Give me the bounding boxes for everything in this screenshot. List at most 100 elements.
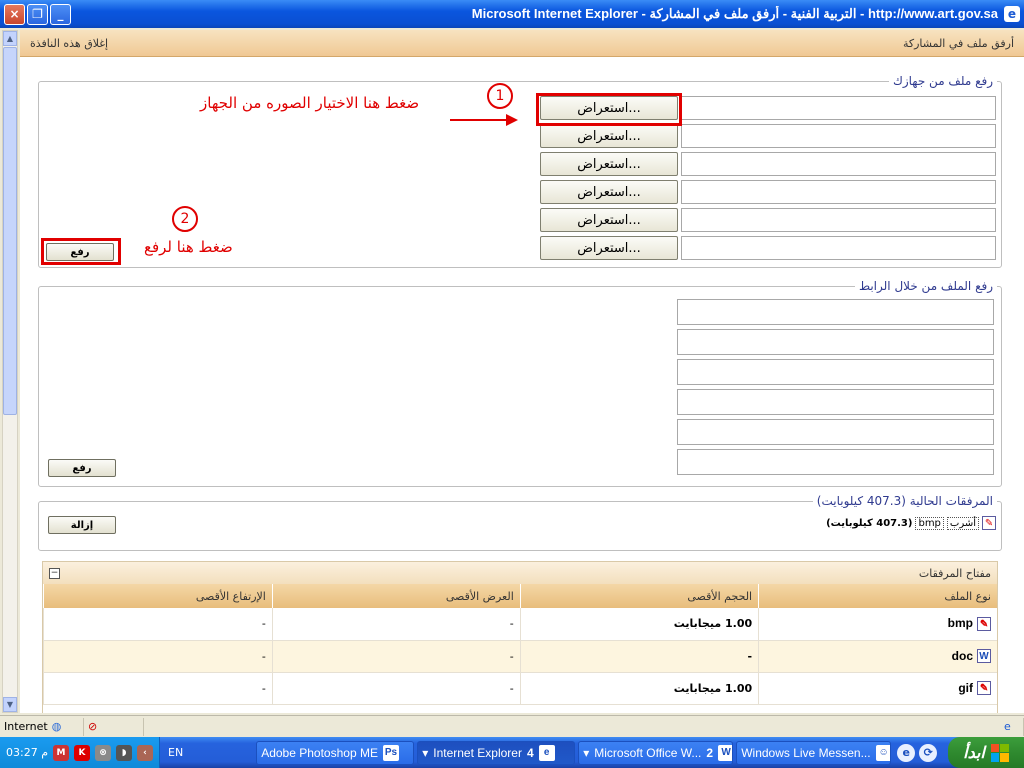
quicklaunch-ie-icon[interactable]: e xyxy=(897,743,916,762)
url-input-2[interactable] xyxy=(677,329,994,355)
restore-window-button[interactable]: ❐ xyxy=(27,3,48,25)
clock[interactable]: 03:27 م xyxy=(6,746,48,759)
window-titlebar[interactable]: × ❐ _ Microsoft Internet Explorer - التر… xyxy=(0,0,1024,28)
system-tray: 03:27 م M K ⊗ ◗ ‹ xyxy=(0,737,161,768)
file-path-input-1[interactable] xyxy=(681,96,996,120)
attachment-key-header: مفتاح المرفقات − xyxy=(43,562,997,584)
type-label: doc xyxy=(951,648,973,663)
scroll-up-arrow-icon[interactable]: ▲ xyxy=(3,31,17,46)
chevron-down-icon: ▾ xyxy=(583,745,590,760)
tray-app-icon[interactable]: M xyxy=(53,744,70,761)
url-input-1[interactable] xyxy=(677,299,994,325)
attachment-item: ✎ أشرب bmp (407.3 كيلوبايت) xyxy=(826,516,996,530)
ie-app-icon: e xyxy=(1004,6,1020,22)
taskbar-live-messenger[interactable]: Windows Live Messen... ☺ xyxy=(736,740,892,765)
vertical-scrollbar[interactable]: ▲ ▼ xyxy=(2,30,18,713)
arrow-left-icon[interactable]: ‹ xyxy=(137,744,154,761)
file-path-input-6[interactable] xyxy=(681,236,996,260)
close-window-button[interactable]: × xyxy=(4,3,25,25)
task-count: 2 xyxy=(706,745,714,760)
scroll-down-arrow-icon[interactable]: ▼ xyxy=(3,697,17,712)
annotation-text-1: ضغط هنا الاختيار الصوره من الجهاز xyxy=(200,94,420,112)
file-row-4: استعراض... xyxy=(540,180,996,204)
attachment-key-title: مفتاح المرفقات xyxy=(918,566,991,580)
file-path-input-2[interactable] xyxy=(681,124,996,148)
upload-url-button[interactable]: رفع xyxy=(48,459,116,477)
table-row: ✎ bmp 1.00 ميجابايت - - xyxy=(43,608,997,641)
file-path-input-5[interactable] xyxy=(681,208,996,232)
word-icon: W xyxy=(718,744,733,761)
url-input-6[interactable] xyxy=(677,449,994,475)
url-input-4[interactable] xyxy=(677,389,994,415)
chevron-down-icon: ▾ xyxy=(422,745,429,760)
gif-file-icon: ✎ xyxy=(977,681,991,696)
start-button[interactable]: ابدأ xyxy=(948,737,1024,768)
network-icon[interactable]: ⊗ xyxy=(95,744,112,761)
annotation-step-1: 1 xyxy=(487,83,513,109)
browse-button-5[interactable]: استعراض... xyxy=(540,208,678,232)
scrollbar-thumb[interactable] xyxy=(3,47,17,415)
current-attachments-legend: المرفقات الحالية (407.3 كيلوبايت) xyxy=(816,494,993,508)
browse-button-6[interactable]: استعراض... xyxy=(540,236,678,260)
cell-type: ✎ bmp xyxy=(758,608,997,641)
page-content: أرفق ملف في المشاركة إغلاق هذه النافذة ر… xyxy=(20,30,1024,713)
quicklaunch-explorer-icon[interactable]: ⟳ xyxy=(919,743,938,762)
cell-type: ✎ gif xyxy=(758,672,997,705)
status-zone: Internet ◍ xyxy=(0,717,84,736)
cell-width: - xyxy=(271,672,521,705)
annotation-arrow-head-icon xyxy=(506,114,518,126)
status-bar: Internet ◍ ⊘ e xyxy=(0,715,1024,737)
attachment-key-panel: مفتاح المرفقات − نوع الملف الحجم الأقصى … xyxy=(42,561,998,713)
messenger-icon: ☺ xyxy=(875,744,891,761)
attachment-name-link[interactable]: أشرب xyxy=(946,516,979,530)
taskbar-office-word[interactable]: ▾ Microsoft Office W... 2 W xyxy=(578,740,734,765)
url-input-3[interactable] xyxy=(677,359,994,385)
kaspersky-icon[interactable]: K xyxy=(74,744,91,761)
close-this-window-link[interactable]: إغلاق هذه النافذة xyxy=(30,37,108,50)
browse-button-3[interactable]: استعراض... xyxy=(540,152,678,176)
table-header-row: نوع الملف الحجم الأقصى العرض الأقصى الإر… xyxy=(43,584,997,608)
type-label: gif xyxy=(958,680,973,695)
task-label: Microsoft Office W... xyxy=(594,745,702,760)
col-header-width: العرض الأقصى xyxy=(271,584,521,608)
window-title: Microsoft Internet Explorer - التربية ال… xyxy=(471,6,998,21)
zone-label: Internet xyxy=(4,720,48,733)
photoshop-icon: Ps xyxy=(382,744,399,761)
attachment-key-table: نوع الملف الحجم الأقصى العرض الأقصى الإر… xyxy=(43,584,997,705)
cell-height: - xyxy=(43,608,273,641)
col-header-height: الإرتفاع الأقصى xyxy=(43,584,273,608)
task-label: Internet Explorer xyxy=(433,745,522,760)
cell-size: - xyxy=(519,640,759,673)
browse-button-4[interactable]: استعراض... xyxy=(540,180,678,204)
start-label: ابدأ xyxy=(963,743,985,762)
globe-icon: ◍ xyxy=(51,720,62,733)
collapse-icon[interactable]: − xyxy=(49,567,60,579)
table-row: Wdoc - - - xyxy=(43,640,997,673)
bmp-file-icon: ✎ xyxy=(977,617,991,632)
cell-size: 1.00 ميجابايت xyxy=(519,608,759,641)
url-input-5[interactable] xyxy=(677,419,994,445)
cell-size: 1.00 ميجابايت xyxy=(519,672,759,705)
browse-button-2[interactable]: استعراض... xyxy=(540,124,678,148)
minimize-window-button[interactable]: _ xyxy=(50,3,71,25)
ie-icon: e xyxy=(538,744,555,761)
quick-launch: e ⟳ xyxy=(891,743,943,762)
taskbar-internet-explorer[interactable]: ▾ Internet Explorer 4 e xyxy=(417,740,576,765)
highlight-browse-box xyxy=(536,93,682,126)
windows-flag-icon xyxy=(990,743,1009,762)
task-label: Adobe Photoshop ME xyxy=(261,745,378,760)
table-row: ✎ gif 1.00 ميجابايت - - xyxy=(43,672,997,705)
volume-icon[interactable]: ◗ xyxy=(116,744,133,761)
file-path-input-4[interactable] xyxy=(681,180,996,204)
language-indicator[interactable]: EN xyxy=(160,746,191,759)
taskbar-photoshop[interactable]: Adobe Photoshop ME Ps xyxy=(256,740,415,765)
file-path-input-3[interactable] xyxy=(681,152,996,176)
doc-file-icon: W xyxy=(977,649,991,664)
cell-type: Wdoc xyxy=(758,640,997,673)
highlight-upload-box xyxy=(41,238,121,265)
privacy-blocked-icon[interactable]: ⊘ xyxy=(88,720,97,733)
remove-attachment-button[interactable]: إزالة xyxy=(48,516,116,534)
upload-local-legend: رفع ملف من جهازك xyxy=(892,74,993,88)
cell-height: - xyxy=(43,672,273,705)
col-header-size: الحجم الأقصى xyxy=(519,584,759,608)
